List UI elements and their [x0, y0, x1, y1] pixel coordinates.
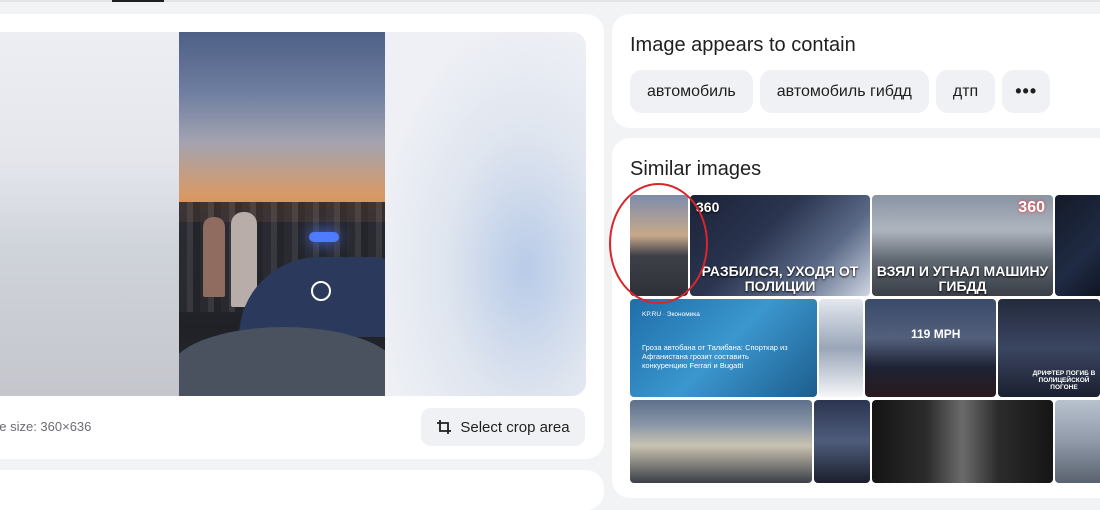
photo-siren-light — [309, 232, 339, 242]
photo-car-hood — [179, 327, 385, 396]
cursor-circle-icon — [311, 281, 331, 301]
tag-chip[interactable]: автомобиль гибдд — [759, 70, 929, 113]
select-crop-area-label: Select crop area — [460, 418, 570, 436]
similar-image-thumbnail[interactable]: KP.RU · Экономика Гроза автобана от Тали… — [630, 299, 817, 397]
image-preview — [0, 32, 586, 396]
top-tab-bar — [0, 0, 1100, 2]
more-icon[interactable]: ••• — [1002, 70, 1051, 113]
image-size-label: ge size: 360×636 — [0, 419, 92, 434]
similar-image-thumbnail[interactable] — [1055, 400, 1100, 483]
tag-chip[interactable]: автомобиль — [630, 70, 753, 113]
thumbnail-header: KP.RU · Экономика — [642, 311, 700, 318]
similar-image-thumbnail[interactable]: 360 ВЗЯЛ И УГНАЛ МАШИНУ ГИБДД — [872, 195, 1053, 296]
tag-chips: автомобиль автомобиль гибдд дтп ••• — [630, 70, 1051, 113]
similar-image-thumbnail[interactable] — [630, 400, 812, 483]
preview-blur-left — [0, 32, 180, 396]
photo-person — [203, 217, 225, 297]
thumbnail-caption: Гроза автобана от Талибана: Спорткар из … — [642, 343, 788, 370]
similar-image-thumbnail[interactable] — [819, 299, 863, 397]
query-image[interactable] — [179, 32, 385, 396]
similar-image-thumbnail[interactable] — [872, 400, 1053, 483]
thumbnail-caption: ДРИФТЕР ПОГИБ В ПОЛИЦЕЙСКОЙ ПОГОНЕ — [1032, 370, 1096, 391]
select-crop-area-button[interactable]: Select crop area — [421, 408, 585, 446]
annotation-circle — [609, 183, 708, 304]
thumbnail-caption: 119 MPH — [911, 327, 961, 341]
similar-image-thumbnail[interactable]: 119 MPH — [865, 299, 996, 397]
tag-chip[interactable]: дтп — [935, 70, 996, 113]
thumbnail-caption: РАЗБИЛСЯ, УХОДЯ ОТ ПОЛИЦИИ — [701, 263, 859, 294]
thumbnail-badge: 360 — [1018, 199, 1045, 216]
crop-icon — [437, 420, 452, 434]
similar-image-thumbnail[interactable] — [1055, 195, 1100, 296]
lower-card — [0, 470, 604, 510]
similar-images-title: Similar images — [630, 158, 762, 180]
similar-image-thumbnail[interactable]: ДРИФТЕР ПОГИБ В ПОЛИЦЕЙСКОЙ ПОГОНЕ — [998, 299, 1100, 397]
preview-blur-right — [385, 32, 586, 396]
similar-image-thumbnail[interactable]: 360 РАЗБИЛСЯ, УХОДЯ ОТ ПОЛИЦИИ — [690, 195, 870, 296]
active-tab-indicator — [112, 0, 164, 2]
tags-title: Image appears to contain — [630, 34, 856, 56]
similar-image-thumbnail[interactable] — [814, 400, 870, 483]
thumbnail-caption: ВЗЯЛ И УГНАЛ МАШИНУ ГИБДД — [876, 263, 1049, 294]
